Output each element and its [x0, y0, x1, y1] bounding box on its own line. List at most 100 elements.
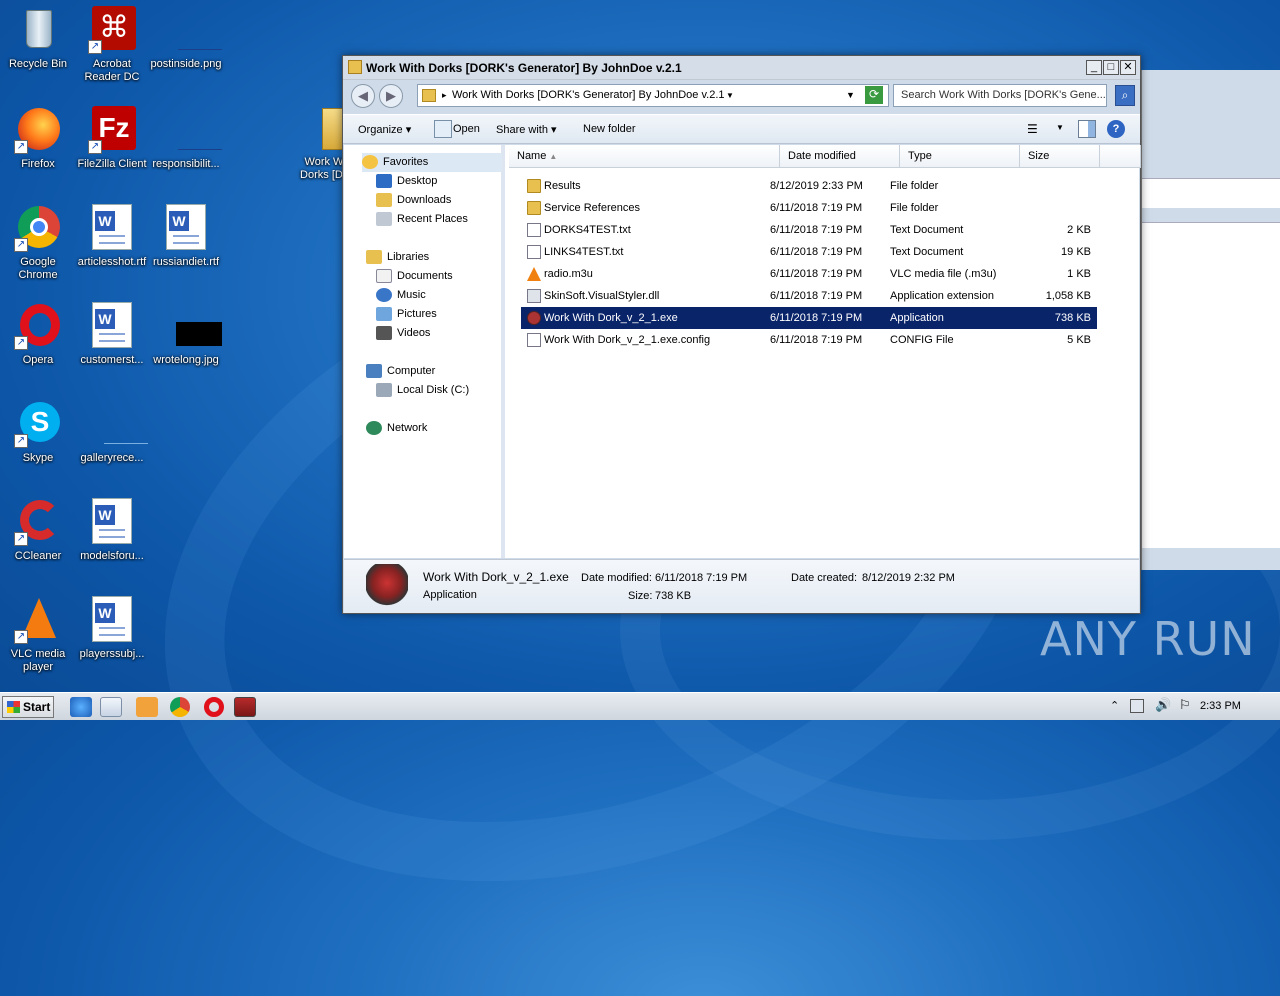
search-input[interactable]: Search Work With Dorks [DORK's Gene... [893, 84, 1107, 107]
vlc-icon [527, 267, 541, 281]
file-date-modified: 6/11/2018 7:19 PM [770, 224, 863, 236]
file-list-pane[interactable]: Name ▲ Date modified Type Size Results 8/… [509, 145, 1141, 558]
desktop-icon-responsibilit[interactable]: responsibilit... [148, 106, 224, 171]
file-name: Work With Dork_v_2_1.exe.config [544, 334, 711, 346]
media-player-icon[interactable] [136, 697, 158, 717]
navigation-pane[interactable]: Favorites Desktop Downloads Recent Place… [344, 145, 505, 558]
search-icon[interactable]: ⌕ [1115, 85, 1135, 106]
network-tray-icon[interactable] [1130, 699, 1144, 713]
chevron-down-icon[interactable]: ▼ [1056, 123, 1064, 132]
background-window[interactable] [1141, 70, 1280, 570]
desktop-icon-acrobat[interactable]: ⌘ ↗ Acrobat Reader DC [74, 6, 150, 84]
file-row[interactable]: radio.m3u 6/11/2018 7:19 PM VLC media file… [521, 263, 1097, 285]
file-name: DORKS4TEST.txt [544, 224, 631, 236]
open-button[interactable]: Open [453, 123, 480, 135]
chrome-taskbar-icon[interactable] [170, 697, 190, 717]
file-row[interactable]: SkinSoft.VisualStyler.dll 6/11/2018 7:19 … [521, 285, 1097, 307]
title-bar[interactable]: Work With Dorks [DORK's Generator] By Jo… [343, 56, 1140, 80]
file-date-modified: 8/12/2019 2:33 PM [770, 180, 863, 192]
maximize-button[interactable]: □ [1103, 60, 1119, 75]
explorer-window[interactable]: Work With Dorks [DORK's Generator] By Jo… [342, 55, 1141, 614]
action-center-flag-icon[interactable]: ⚐ [1179, 697, 1191, 713]
column-header-date-modified[interactable]: Date modified [780, 145, 900, 168]
taskbar-clock[interactable]: 2:33 PM [1200, 700, 1241, 712]
file-row[interactable]: Results 8/12/2019 2:33 PM File folder [521, 175, 1097, 197]
desktop-icon-vlc[interactable]: ↗ VLC media player [0, 596, 76, 674]
file-row[interactable]: Service References 6/11/2018 7:19 PM File … [521, 197, 1097, 219]
close-button[interactable]: ✕ [1120, 60, 1136, 75]
file-row[interactable]: Work With Dork_v_2_1.exe.config 6/11/2018… [521, 329, 1097, 351]
file-type: CONFIG File [890, 334, 954, 346]
file-date-modified: 6/11/2018 7:19 PM [770, 202, 863, 214]
file-type: File folder [890, 202, 939, 214]
file-type: Application extension [890, 290, 994, 302]
desktop-icon-modelsforu[interactable]: modelsforu... [74, 498, 150, 563]
nav-pictures[interactable]: Pictures [376, 305, 437, 324]
opera-taskbar-icon[interactable] [204, 697, 224, 717]
opera-icon: ↗ [14, 302, 62, 350]
nav-local-disk[interactable]: Local Disk (C:) [376, 381, 469, 400]
details-pane: Work With Dork_v_2_1.exe Application Dat… [344, 559, 1139, 613]
word-document-icon [88, 204, 136, 252]
show-hidden-icons[interactable]: ⌃ [1110, 699, 1119, 712]
nav-documents[interactable]: Documents [376, 267, 453, 286]
text-file-icon [527, 223, 541, 237]
desktop-icon-wrotelong[interactable]: wrotelong.jpg [148, 302, 224, 367]
forward-button[interactable]: ▶ [379, 84, 403, 108]
breadcrumb-current[interactable]: Work With Dorks [DORK's Generator] By Jo… [452, 85, 725, 106]
desktop-icon-recycle-bin[interactable]: Recycle Bin [0, 6, 76, 71]
shortcut-arrow-icon: ↗ [14, 434, 28, 448]
desktop-icon-customerst[interactable]: customerst... [74, 302, 150, 367]
file-row[interactable]: DORKS4TEST.txt 6/11/2018 7:19 PM Text Docu… [521, 219, 1097, 241]
nav-favorites[interactable]: Favorites [362, 153, 502, 172]
nav-videos[interactable]: Videos [376, 324, 430, 343]
file-size: 19 KB [1061, 246, 1091, 258]
desktop-icon-playerssubj[interactable]: playerssubj... [74, 596, 150, 661]
volume-tray-icon[interactable]: 🔊 [1155, 697, 1171, 713]
address-bar[interactable]: ▸ Work With Dorks [DORK's Generator] By … [417, 84, 889, 107]
file-date-modified: 6/11/2018 7:19 PM [770, 290, 863, 302]
new-folder-button[interactable]: New folder [583, 123, 636, 135]
command-bar: Organize ▾ Open Share with ▾ New folder … [343, 114, 1140, 144]
refresh-button[interactable]: ⟳ [865, 86, 883, 104]
desktop-icon-postinside[interactable]: postinside.png [148, 6, 224, 71]
desktop-icon-articlesshot[interactable]: articlesshot.rtf [74, 204, 150, 269]
desktop-icon-opera[interactable]: ↗ Opera [0, 302, 76, 367]
nav-recent-places[interactable]: Recent Places [376, 210, 468, 229]
taskbar: Start ⌃ 🔊 ⚐ 2:33 PM [0, 692, 1280, 720]
desktop-icon-ccleaner[interactable]: ↗ CCleaner [0, 498, 76, 563]
shortcut-arrow-icon: ↗ [88, 140, 102, 154]
internet-explorer-icon[interactable] [70, 697, 92, 717]
help-icon[interactable]: ? [1107, 120, 1125, 138]
desktop-icon-firefox[interactable]: ↗ Firefox [0, 106, 76, 171]
organize-button[interactable]: Organize ▾ [358, 123, 411, 136]
desktop-icon-galleryrece[interactable]: galleryrece... [74, 400, 150, 465]
desktop-icon-filezilla[interactable]: Fz ↗ FileZilla Client [74, 106, 150, 171]
nav-music[interactable]: Music [376, 286, 426, 305]
minimize-button[interactable]: _ [1086, 60, 1102, 75]
back-button[interactable]: ◀ [351, 84, 375, 108]
column-header-type[interactable]: Type [900, 145, 1020, 168]
details-created-value: 8/12/2019 2:32 PM [862, 572, 955, 584]
share-with-button[interactable]: Share with ▾ [496, 123, 557, 136]
address-history-dropdown[interactable]: ▼ [846, 85, 855, 106]
start-button[interactable]: Start [2, 696, 54, 718]
desktop-icon-skype[interactable]: S ↗ Skype [0, 400, 76, 465]
desktop-icon-russiandiet[interactable]: russiandiet.rtf [148, 204, 224, 269]
nav-network[interactable]: Network [366, 419, 427, 438]
column-header-size[interactable]: Size [1020, 145, 1100, 168]
column-header-name[interactable]: Name ▲ [509, 145, 780, 168]
nav-libraries[interactable]: Libraries [366, 248, 429, 267]
nav-downloads[interactable]: Downloads [376, 191, 451, 210]
desktop-icon-chrome[interactable]: ↗ Google Chrome [0, 204, 76, 282]
view-options-icon[interactable]: ☰ [1027, 120, 1045, 138]
preview-pane-icon[interactable] [1078, 120, 1096, 138]
chevron-down-icon[interactable]: ▼ [726, 85, 734, 106]
explorer-taskbar-icon[interactable] [100, 697, 122, 717]
file-row[interactable]: Work With Dork_v_2_1.exe 6/11/2018 7:19 P… [521, 307, 1097, 329]
app-taskbar-icon[interactable] [234, 697, 256, 717]
file-row[interactable]: LINKS4TEST.txt 6/11/2018 7:19 PM Text Docu… [521, 241, 1097, 263]
nav-desktop[interactable]: Desktop [376, 172, 437, 191]
nav-computer[interactable]: Computer [366, 362, 435, 381]
file-type: File folder [890, 180, 939, 192]
